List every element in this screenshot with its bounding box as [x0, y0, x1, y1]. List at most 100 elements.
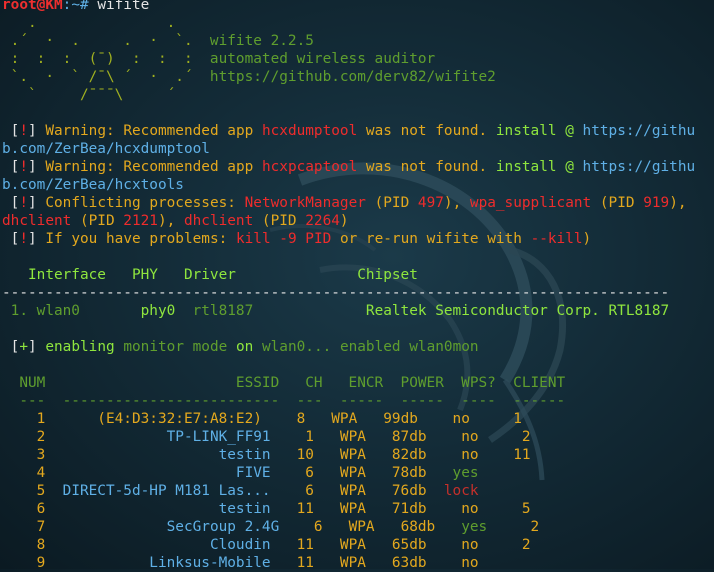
target-encr: WPA — [313, 447, 366, 463]
conflict-pid-close: ) — [339, 213, 349, 229]
target-essid: SecGroup 2.4G — [45, 519, 280, 535]
conflict-pid-open: (PID — [71, 213, 124, 229]
target-power: 71db — [365, 501, 427, 517]
logo-line-5: ` /¯¯¯\ ´ — [2, 87, 176, 103]
warning-app: hcxdumptool — [261, 123, 358, 139]
target-row[interactable]: 4 FIVE 6 WPA 78db yes — [2, 464, 714, 482]
interface-driver: rtl8187 — [192, 303, 254, 319]
interface-phy: phy0 — [140, 303, 176, 319]
target-essid: TP-LINK_FF91 — [45, 429, 271, 445]
monitor-line: [+] enabling monitor mode on wlan0... en… — [10, 339, 479, 355]
target-row[interactable]: 3 testin 10 WPA 82db no 11 — [2, 446, 714, 464]
target-row[interactable]: 1 (E4:D3:32:E7:A8:E2) 8 WPA 99db no 1 — [2, 410, 714, 428]
monitor-on: on — [235, 339, 254, 355]
target-power: 76db — [365, 483, 427, 499]
target-encr: WPA — [313, 537, 366, 553]
interface-row-num: 1. wlan0 — [2, 303, 141, 319]
conflict-pid-open: (PID — [253, 213, 306, 229]
target-power: 87db — [365, 429, 427, 445]
target-row[interactable]: 8 Cloudin 11 WPA 65db no 2 — [2, 536, 714, 554]
conflict-pid-open: (PID — [365, 195, 418, 211]
warning-url-a: https://githu — [573, 123, 696, 139]
interface-chipset: Realtek Semiconductor Corp. RTL8187 — [365, 303, 670, 319]
monitor-plus: + — [19, 339, 29, 355]
monitor-enabling: enabling — [36, 339, 115, 355]
interface-table-divider: ----------------------------------------… — [2, 285, 670, 301]
prompt-user: root@KM — [2, 0, 63, 13]
target-row[interactable]: 2 TP-LINK_FF91 1 WPA 87db no 2 — [2, 428, 714, 446]
target-essid: FIVE — [45, 465, 271, 481]
interface-gap — [175, 303, 192, 319]
target-num: 1 — [2, 411, 46, 427]
wifite-url: https://github.com/derv82/wifite2 — [192, 69, 496, 85]
conflict-pid: 497 — [417, 195, 444, 211]
target-wps: yes — [435, 519, 488, 535]
target-channel: 6 — [270, 465, 314, 481]
target-essid: testin — [45, 501, 271, 517]
target-essid: DIRECT-5d-HP M181 Las... — [45, 483, 271, 499]
warning-mid: was not found. — [357, 159, 496, 175]
logo-art-3: : : : (¯) : : : — [2, 51, 193, 67]
target-channel: 6 — [279, 519, 323, 535]
target-encr: WPA — [305, 411, 358, 427]
conflict-pid-close: ), — [443, 195, 470, 211]
conflict-line: [!] Conflicting processes: NetworkManage… — [10, 195, 696, 211]
target-encr: WPA — [313, 429, 366, 445]
targets-divider: --- ------------------------- --- ----- … — [2, 393, 566, 409]
monitor-enabled: enabled — [331, 339, 410, 355]
target-wps: no — [426, 429, 479, 445]
target-wps: no — [426, 447, 479, 463]
interface-table-header: Interface PHY Driver Chipset — [2, 267, 418, 283]
problems-line: [!] If you have problems: kill -9 PID or… — [10, 231, 592, 247]
warning-line-2: [!] Warning: Recommended app hcxpcaptool… — [10, 159, 696, 175]
warning-label: Warning: Recommended app — [36, 159, 262, 175]
warning-install: install @ — [495, 159, 574, 175]
target-num: 8 — [2, 537, 46, 553]
conflict-bang: ! — [19, 195, 29, 211]
logo-line-4: `. · ` /¯\ ´ · .´ https://github.com/der… — [2, 68, 714, 86]
warning-line-1-wrap: b.com/ZerBea/hcxdumptool — [2, 140, 714, 158]
warning-url-b: b.com/ZerBea/hcxtools — [2, 177, 184, 193]
target-channel: 1 — [270, 429, 314, 445]
warning-install: install @ — [495, 123, 574, 139]
target-num: 4 — [2, 465, 46, 481]
problems-end: ) — [582, 231, 592, 247]
target-wps: lock — [426, 483, 479, 499]
target-wps: no — [417, 411, 470, 427]
target-essid: Cloudin — [45, 537, 271, 553]
target-channel: 10 — [270, 447, 314, 463]
problems-bang: ! — [19, 231, 29, 247]
terminal-output: root@KM:~# wifite . . .´ · . . · `. wifi… — [2, 0, 714, 572]
target-num: 3 — [2, 447, 46, 463]
conflict-pid: 2264 — [305, 213, 340, 229]
target-channel: 8 — [261, 411, 306, 427]
problems-mid: or re-run wifite with — [331, 231, 531, 247]
conflict-label: Conflicting processes: — [36, 195, 245, 211]
prompt-path: :~# — [62, 0, 89, 13]
wifite-tagline: automated wireless auditor — [192, 51, 436, 67]
target-num: 6 — [2, 501, 46, 517]
target-encr: WPA — [322, 519, 375, 535]
logo-line-3: : : : (¯) : : : automated wireless audit… — [2, 50, 714, 68]
target-row[interactable]: 5 DIRECT-5d-HP M181 Las... 6 WPA 76db lo… — [2, 482, 714, 500]
target-row[interactable]: 9 Linksus-Mobile 11 WPA 63db no — [2, 554, 714, 572]
target-power: 99db — [357, 411, 418, 427]
warning-mid: was not found. — [357, 123, 496, 139]
warning-url-a: https://githu — [573, 159, 696, 175]
logo-line-1: . . — [2, 15, 176, 31]
target-client: 2 — [478, 429, 531, 445]
target-power: 82db — [365, 447, 427, 463]
warning-bang: ! — [19, 159, 29, 175]
wifite-version: wifite 2.2.5 — [192, 33, 314, 49]
conflict-pid: 2121 — [123, 213, 158, 229]
target-client: 5 — [478, 501, 531, 517]
logo-art-2: .´ · . . · `. — [2, 33, 193, 49]
target-channel: 11 — [270, 501, 314, 517]
target-row[interactable]: 7 SecGroup 2.4G 6 WPA 68db yes 2 — [2, 518, 714, 536]
target-row[interactable]: 6 testin 11 WPA 71db no 5 — [2, 500, 714, 518]
problems-kill-flag: --kill — [530, 231, 583, 247]
monitor-iface: wlan0... — [253, 339, 332, 355]
